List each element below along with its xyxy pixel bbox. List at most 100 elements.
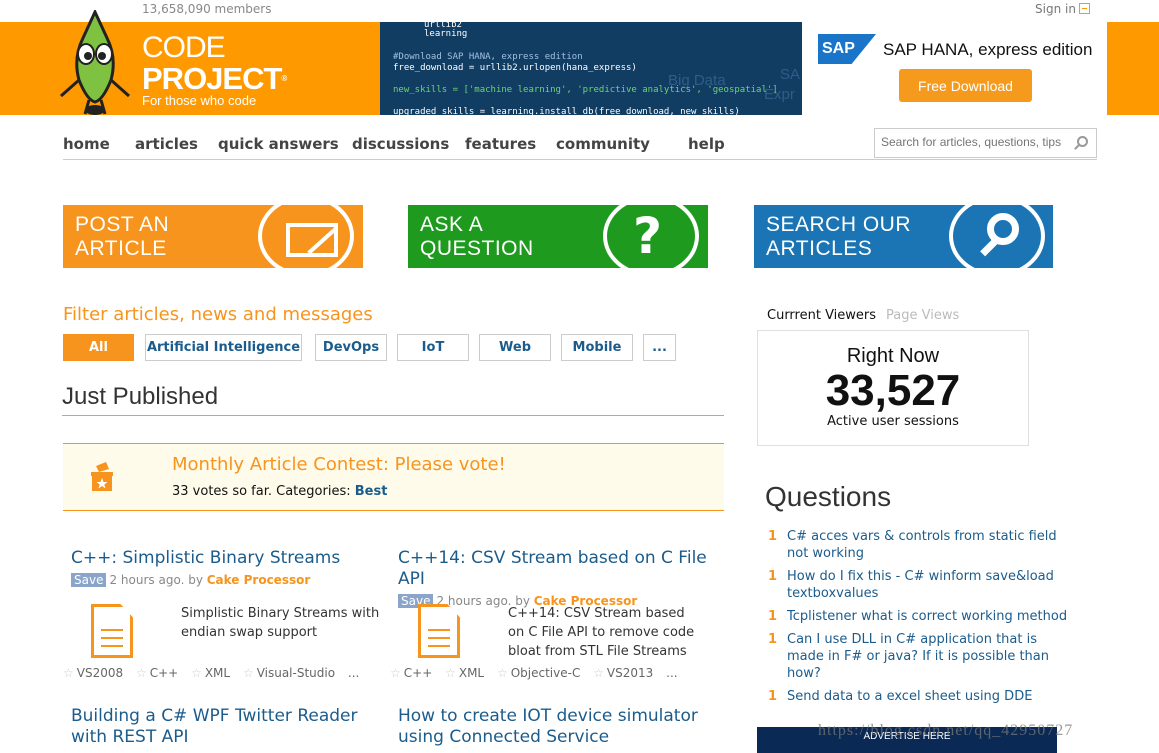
viewer-count: 33,527 bbox=[825, 366, 961, 415]
contest-category-link[interactable]: Best bbox=[355, 484, 388, 499]
ad-bg-word: SA bbox=[780, 66, 801, 83]
article-title-next[interactable]: How to create IOT device simulator using… bbox=[398, 706, 698, 748]
ad-code-line: new_skills = ['machine learning', 'predi… bbox=[393, 85, 778, 95]
search-articles-button[interactable]: SEARCH OUR ARTICLES bbox=[754, 205, 1053, 268]
ad-code-line: #Download SAP HANA, express edition bbox=[393, 52, 583, 62]
sap-ad-code-banner[interactable]: Big Data SA Expr urllib2 learning #Downl… bbox=[380, 22, 802, 115]
tag[interactable]: XML bbox=[205, 666, 230, 680]
question-item[interactable]: 1 Tcplistener what is correct working met… bbox=[768, 608, 1068, 625]
save-button[interactable]: Save bbox=[71, 573, 107, 587]
contest-subtitle: 33 votes so far. Categories: Best bbox=[172, 484, 387, 499]
sign-in-label[interactable]: Sign in bbox=[1035, 2, 1076, 16]
nav-home[interactable]: home bbox=[63, 135, 110, 153]
tag[interactable]: C++ bbox=[150, 666, 179, 680]
star-icon[interactable]: ☆ bbox=[63, 666, 74, 680]
free-download-button[interactable]: Free Download bbox=[899, 69, 1032, 102]
question-item[interactable]: 1 C# acces vars & controls from static fi… bbox=[768, 528, 1068, 562]
star-icon[interactable]: ☆ bbox=[243, 666, 254, 680]
search-articles-label: SEARCH OUR ARTICLES bbox=[766, 213, 912, 260]
tags-more[interactable]: ... bbox=[666, 666, 677, 680]
article-author[interactable]: Cake Processor bbox=[207, 573, 311, 587]
search-icon[interactable] bbox=[1077, 136, 1088, 147]
question-link[interactable]: Tcplistener what is correct working meth… bbox=[787, 609, 1067, 624]
tag[interactable]: VS2008 bbox=[77, 666, 123, 680]
search-input[interactable] bbox=[881, 135, 1069, 149]
nav-discussions[interactable]: discussions bbox=[352, 135, 449, 153]
questions-list: 1 C# acces vars & controls from static fi… bbox=[768, 528, 1068, 711]
filter-ai[interactable]: Artificial Intelligence bbox=[145, 334, 302, 361]
blog-watermark: https://blog.csdn.net/qq_42950727 bbox=[818, 722, 1074, 739]
contest-votes: 33 votes so far. Categories: bbox=[172, 484, 355, 499]
ballot-box-icon bbox=[91, 462, 113, 491]
filter-mobile[interactable]: Mobile bbox=[561, 334, 633, 361]
question-link[interactable]: C# acces vars & controls from static fie… bbox=[787, 529, 1057, 561]
filter-devops[interactable]: DevOps bbox=[315, 334, 387, 361]
answer-count: 1 bbox=[768, 609, 778, 624]
article-title-next[interactable]: Building a C# WPF Twitter Reader with RE… bbox=[71, 706, 381, 748]
filter-more[interactable]: ... bbox=[643, 334, 676, 361]
question-link[interactable]: Send data to a excel sheet using DDE bbox=[787, 689, 1032, 704]
registered-mark: ® bbox=[281, 74, 287, 83]
star-icon[interactable]: ☆ bbox=[390, 666, 401, 680]
search-ring bbox=[949, 205, 1045, 268]
article-tags: ☆ VS2008 ☆ C++ ☆ XML ☆ Visual-Studio ... bbox=[63, 666, 359, 680]
member-count: 13,658,090 members bbox=[142, 2, 272, 16]
nav-features[interactable]: features bbox=[465, 135, 536, 153]
code-project-mascot-logo[interactable] bbox=[55, 10, 135, 118]
answer-count: 1 bbox=[768, 569, 778, 584]
star-icon[interactable]: ☆ bbox=[136, 666, 147, 680]
article-title[interactable]: C++14: CSV Stream based on C File API bbox=[398, 548, 724, 590]
question-link[interactable]: How do I fix this - C# winform save&load… bbox=[787, 569, 1054, 601]
document-icon bbox=[418, 604, 460, 658]
star-icon[interactable]: ☆ bbox=[445, 666, 456, 680]
ask-question-label: ASK A QUESTION bbox=[420, 213, 534, 260]
filter-iot[interactable]: IoT bbox=[397, 334, 469, 361]
logo-line-project: PROJECT® bbox=[142, 63, 287, 94]
post-ring bbox=[258, 205, 354, 268]
question-item[interactable]: 1 How do I fix this - C# winform save&loa… bbox=[768, 568, 1068, 602]
filter-web[interactable]: Web bbox=[479, 334, 551, 361]
site-search[interactable] bbox=[874, 128, 1097, 158]
ask-question-button[interactable]: ASK A QUESTION ? bbox=[408, 205, 708, 268]
star-icon[interactable]: ☆ bbox=[191, 666, 202, 680]
tag[interactable]: Visual-Studio bbox=[257, 666, 335, 680]
question-link[interactable]: Can I use DLL in C# application that is … bbox=[787, 632, 1049, 681]
star-icon[interactable]: ☆ bbox=[497, 666, 508, 680]
star-icon[interactable]: ☆ bbox=[593, 666, 604, 680]
sign-in-icon[interactable] bbox=[1078, 3, 1090, 14]
answer-count: 1 bbox=[768, 529, 778, 544]
contest-banner[interactable]: Monthly Article Contest: Please vote! 33… bbox=[63, 443, 724, 511]
article-title[interactable]: C++: Simplistic Binary Streams bbox=[71, 548, 391, 569]
ad-code-line: upgraded_skills = learning.install_db(fr… bbox=[393, 107, 740, 115]
nav-articles[interactable]: articles bbox=[135, 135, 198, 153]
nav-community[interactable]: community bbox=[556, 135, 650, 153]
logo-line-code: CODE bbox=[142, 31, 226, 64]
contest-title[interactable]: Monthly Article Contest: Please vote! bbox=[172, 454, 506, 475]
answer-count: 1 bbox=[768, 689, 778, 704]
tag[interactable]: Objective-C bbox=[511, 666, 581, 680]
ask-ring: ? bbox=[603, 205, 699, 268]
right-now-label: Right Now bbox=[846, 345, 940, 367]
post-article-button[interactable]: POST AN ARTICLE bbox=[63, 205, 363, 268]
filter-all[interactable]: All bbox=[63, 334, 134, 361]
sap-logo: SAP bbox=[818, 34, 876, 64]
question-mark-icon: ? bbox=[633, 207, 663, 265]
ad-code-line: learning bbox=[424, 29, 468, 39]
tag[interactable]: XML bbox=[459, 666, 484, 680]
tab-page-views[interactable]: Page Views bbox=[886, 308, 959, 323]
question-item[interactable]: 1 Can I use DLL in C# application that is… bbox=[768, 631, 1068, 682]
active-sessions-label: Active user sessions bbox=[827, 414, 959, 429]
magnifier-icon bbox=[987, 213, 1019, 245]
question-item[interactable]: 1 Send data to a excel sheet using DDE bbox=[768, 688, 1068, 705]
nav-help[interactable]: help bbox=[688, 135, 725, 153]
sign-in-link[interactable]: Sign in bbox=[1035, 2, 1090, 16]
code-project-wordmark[interactable]: CODE PROJECT® For those who code bbox=[142, 31, 287, 108]
sap-ad-box[interactable]: SAP SAP HANA, express edition Free Downl… bbox=[802, 22, 1107, 115]
tags-more[interactable]: ... bbox=[348, 666, 359, 680]
site-header: CODE PROJECT® For those who code Big Dat… bbox=[0, 10, 1159, 115]
nav-quick-answers[interactable]: quick answers bbox=[218, 135, 339, 153]
tab-current-viewers[interactable]: Currrent Viewers bbox=[767, 308, 876, 323]
edit-icon bbox=[286, 223, 338, 257]
tag[interactable]: VS2013 bbox=[607, 666, 653, 680]
tag[interactable]: C++ bbox=[404, 666, 433, 680]
